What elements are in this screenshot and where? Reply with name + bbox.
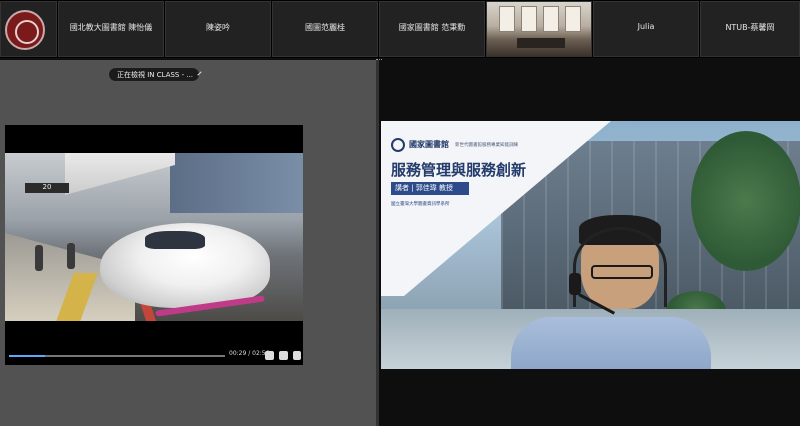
video-progress-bar[interactable] [9, 355, 225, 357]
video-frame[interactable]: 20 [5, 153, 303, 321]
participant-strip: 國北教大圖書館 陳怡儀 陳姿吟 國圖范麗桂 國家圖書館 范秉勳 Julia NT… [0, 0, 800, 58]
participant-name: 陳姿吟 [206, 23, 230, 32]
speaker-person [511, 215, 711, 369]
participant-tile-logo[interactable] [0, 1, 57, 57]
banner-speaker: 講者 | 郭佳瑋 教授 [391, 182, 469, 195]
platform-sign: 20 [25, 183, 69, 193]
video-player[interactable]: 20 00:29 / 02:56 [5, 125, 303, 365]
fullscreen-icon[interactable] [279, 351, 288, 360]
headset-icon [573, 227, 667, 307]
banner-title: 服務管理與服務創新 [391, 161, 527, 179]
banner-affiliation: 國立臺灣大學圖書資訊學系所 [391, 202, 450, 207]
participant-tile[interactable]: NTUB-蔡馨岡 [700, 1, 800, 57]
participant-video-room [487, 2, 591, 56]
participant-tile[interactable]: 國家圖書館 范秉勳 [379, 1, 485, 57]
library-logo-icon [391, 138, 405, 152]
volume-icon[interactable] [265, 351, 274, 360]
participant-tile[interactable]: 陳姿吟 [165, 1, 271, 57]
participant-tile-video[interactable] [486, 1, 592, 57]
participant-name: 國圖范麗桂 [305, 23, 345, 32]
banner-subtitle: 新世代圖書館服務專業知能訓練 [455, 143, 518, 148]
participant-tile[interactable]: 國圖范麗桂 [272, 1, 378, 57]
participant-tile[interactable]: 國北教大圖書館 陳怡儀 [58, 1, 164, 57]
expand-icon[interactable] [293, 351, 301, 360]
banner-org: 國家圖書館 [409, 139, 449, 149]
participant-tile[interactable]: Julia [593, 1, 699, 57]
viewing-label: 正在檢視 IN CLASS - ... [117, 70, 194, 79]
video-progress-fill [9, 355, 45, 357]
speaker-video[interactable]: 國家圖書館 新世代圖書館服務專業知能訓練 服務管理與服務創新 講者 | 郭佳瑋 … [381, 121, 800, 369]
participant-name: NTUB-蔡馨岡 [725, 23, 775, 32]
video-time: 00:29 / 02:56 [229, 350, 270, 357]
participant-name: 國北教大圖書館 陳怡儀 [69, 23, 153, 32]
viewing-dropdown[interactable]: 正在檢視 IN CLASS - ... [108, 67, 202, 82]
video-controls: 00:29 / 02:56 [5, 347, 303, 365]
participant-name: Julia [637, 22, 655, 31]
participant-name: 國家圖書館 范秉勳 [398, 23, 466, 32]
university-logo-icon [5, 10, 45, 50]
